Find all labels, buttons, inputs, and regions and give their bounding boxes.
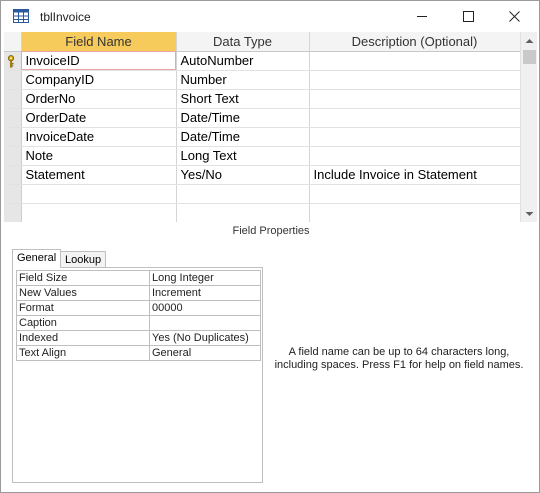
property-name: New Values	[16, 285, 150, 301]
data-type-cell[interactable]: Date/Time	[176, 108, 310, 128]
table-row	[4, 203, 520, 222]
property-name: Text Align	[16, 345, 150, 361]
scroll-up-button[interactable]	[521, 32, 538, 49]
property-row[interactable]: Format 00000	[16, 300, 261, 316]
field-properties-label: Field Properties	[232, 225, 310, 237]
minimize-button[interactable]	[399, 1, 445, 31]
description-cell[interactable]	[309, 203, 520, 222]
row-selector[interactable]	[4, 51, 22, 71]
row-selector[interactable]	[4, 165, 22, 185]
table-row: InvoiceID AutoNumber	[4, 51, 520, 71]
field-name-cell[interactable]: OrderDate	[21, 108, 177, 128]
data-type-cell[interactable]: Long Text	[176, 146, 310, 166]
window-title: tblInvoice	[40, 10, 91, 24]
help-text: A field name can be up to 64 characters …	[274, 346, 524, 371]
column-header-data-type[interactable]: Data Type	[176, 32, 310, 52]
field-name-cell[interactable]: OrderNo	[21, 89, 177, 109]
vertical-scrollbar[interactable]	[520, 32, 537, 222]
field-name-cell[interactable]	[21, 184, 177, 204]
property-name: Field Size	[16, 270, 150, 286]
property-row[interactable]: Field Size Long Integer	[16, 270, 261, 286]
chevron-down-icon	[525, 211, 534, 216]
data-type-cell[interactable]	[176, 203, 310, 222]
data-type-cell[interactable]: AutoNumber	[176, 51, 310, 71]
table-design-window: tblInvoice Field Name Data Type Descript…	[0, 0, 540, 493]
tab-general[interactable]: General	[12, 249, 62, 268]
property-row[interactable]: Indexed Yes (No Duplicates)	[16, 330, 261, 346]
table-row: Statement Yes/No Include Invoice in Stat…	[4, 165, 520, 185]
description-cell[interactable]	[309, 184, 520, 204]
column-header-field-name[interactable]: Field Name	[21, 32, 177, 52]
table-row: OrderDate Date/Time	[4, 108, 520, 128]
chevron-up-icon	[525, 38, 534, 43]
property-name: Indexed	[16, 330, 150, 346]
scroll-thumb[interactable]	[523, 50, 536, 64]
field-design-grid: Field Name Data Type Description (Option…	[4, 32, 520, 222]
title-bar[interactable]: tblInvoice	[1, 1, 539, 32]
data-type-cell[interactable]: Yes/No	[176, 165, 310, 185]
description-cell[interactable]	[309, 146, 520, 166]
table-row	[4, 184, 520, 204]
field-name-cell[interactable]	[21, 203, 177, 222]
property-value[interactable]: Yes (No Duplicates)	[149, 330, 261, 346]
maximize-icon	[462, 10, 474, 22]
property-value[interactable]	[149, 315, 261, 331]
maximize-button[interactable]	[445, 1, 491, 31]
tab-lookup[interactable]: Lookup	[60, 251, 107, 268]
primary-key-icon	[7, 55, 15, 68]
table-row: Note Long Text	[4, 146, 520, 166]
data-type-cell[interactable]: Date/Time	[176, 127, 310, 147]
row-selector[interactable]	[4, 127, 22, 147]
field-properties-panel: Field Size Long Integer New Values Incre…	[12, 267, 263, 483]
property-value[interactable]: General	[149, 345, 261, 361]
field-name-cell[interactable]: InvoiceID	[21, 51, 177, 71]
property-value[interactable]: Long Integer	[149, 270, 261, 286]
scroll-down-button[interactable]	[521, 205, 538, 222]
data-type-cell[interactable]	[176, 184, 310, 204]
data-type-cell[interactable]: Short Text	[176, 89, 310, 109]
row-selector[interactable]	[4, 146, 22, 166]
field-name-cell[interactable]: CompanyID	[21, 70, 177, 90]
property-name: Format	[16, 300, 150, 316]
close-button[interactable]	[491, 1, 537, 31]
field-name-cell[interactable]: InvoiceDate	[21, 127, 177, 147]
property-name: Caption	[16, 315, 150, 331]
row-selector[interactable]	[4, 108, 22, 128]
data-type-cell[interactable]: Number	[176, 70, 310, 90]
table-icon	[13, 9, 29, 23]
grid-header-row: Field Name Data Type Description (Option…	[4, 32, 520, 52]
row-selector[interactable]	[4, 184, 22, 204]
field-name-cell[interactable]: Statement	[21, 165, 177, 185]
row-selector[interactable]	[4, 203, 22, 222]
property-value[interactable]: Increment	[149, 285, 261, 301]
table-row: InvoiceDate Date/Time	[4, 127, 520, 147]
description-cell[interactable]	[309, 108, 520, 128]
row-selector[interactable]	[4, 70, 22, 90]
description-cell[interactable]	[309, 89, 520, 109]
close-icon	[508, 10, 520, 22]
table-row: OrderNo Short Text	[4, 89, 520, 109]
description-cell[interactable]	[309, 70, 520, 90]
property-row[interactable]: New Values Increment	[16, 285, 261, 301]
description-cell[interactable]: Include Invoice in Statement	[309, 165, 520, 185]
property-value[interactable]: 00000	[149, 300, 261, 316]
description-cell[interactable]	[309, 51, 520, 71]
column-header-description[interactable]: Description (Optional)	[309, 32, 520, 52]
row-selector[interactable]	[4, 89, 22, 109]
table-row: CompanyID Number	[4, 70, 520, 90]
field-name-cell[interactable]: Note	[21, 146, 177, 166]
property-row[interactable]: Caption	[16, 315, 261, 331]
row-selector-header[interactable]	[4, 32, 22, 52]
minimize-icon	[416, 15, 427, 17]
property-row[interactable]: Text Align General	[16, 345, 261, 361]
description-cell[interactable]	[309, 127, 520, 147]
